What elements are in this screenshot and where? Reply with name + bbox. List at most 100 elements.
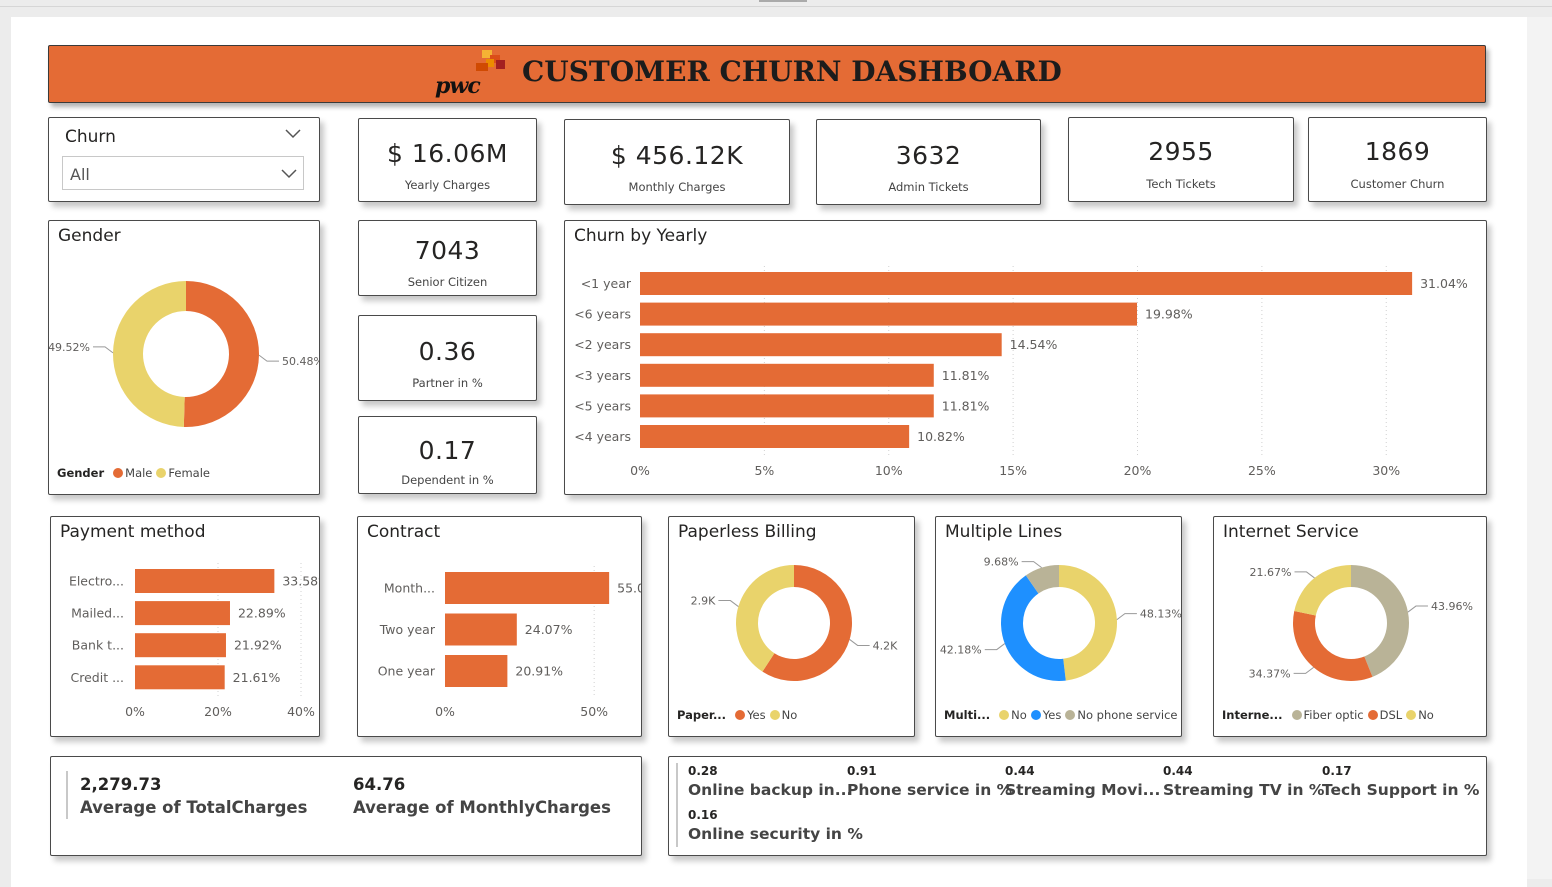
kpi-label: Dependent in % [401,473,494,487]
donut-slice[interactable] [1293,610,1373,681]
legend-item-fiber-optic: Fiber optic [1303,708,1364,722]
donut-slice[interactable] [736,565,794,672]
donut-slice[interactable] [1294,565,1351,616]
bar[interactable] [640,363,934,387]
internet-service-donut-chart: 43.96% 34.37% 21.67% [1249,565,1473,681]
data-label: 42.18% [940,644,982,657]
leader-line [984,643,1006,651]
legend-dot [1291,710,1302,720]
legend-dot [735,710,746,720]
bar[interactable] [640,394,934,418]
bar[interactable] [135,569,275,593]
metric-label: Average of TotalCharges [80,798,308,817]
donut-slice[interactable] [1059,565,1117,681]
kpi-label: Yearly Charges [404,178,491,192]
category-label: Two year [379,622,436,637]
data-label: 10.82% [917,429,965,444]
data-label: 11.81% [942,398,990,413]
donut-slice[interactable] [1001,575,1066,681]
chevron-down-icon[interactable] [285,129,301,139]
kpi-label: Monthly Charges [628,180,726,194]
metric-label: Phone service in % [847,781,1013,799]
kpi-tech-tickets: 2955 Tech Tickets [1068,117,1294,202]
legend-dot [769,710,780,720]
metric-label: Streaming Movi... [1005,781,1161,799]
legend-dot [1065,710,1076,720]
bar[interactable] [445,572,610,604]
bar[interactable] [135,601,230,626]
donut-slice[interactable] [183,281,260,427]
bar[interactable] [640,302,1138,326]
x-tick-label: 0% [630,463,650,478]
metric-online-security: 0.16 Online security in % [688,808,863,843]
x-tick-label: 50% [580,704,608,719]
data-label: 9.68% [984,556,1019,569]
slicer-dropdown[interactable]: All [62,156,304,190]
data-label: 21.67% [1250,566,1292,579]
metric-label: Average of MonthlyCharges [353,798,611,817]
logo-text: pwc [435,73,481,99]
metric-label: Streaming TV in % [1163,781,1325,799]
kpi-value: $ 456.12K [610,141,744,170]
contract-card: Contract 0%50%Month...55.02%Two year24.0… [357,516,642,737]
average-monthly-charges: 64.76 Average of MonthlyCharges [353,775,611,817]
kpi-partner: 0.36 Partner in % [358,315,537,401]
metric-value: 0.17 [1322,764,1352,778]
multiple-lines-card: Multiple Lines 48.13% 42.18% 9.68% Multi..… [935,516,1182,737]
bar[interactable] [445,655,508,687]
category-label: <5 years [574,398,631,413]
metric-value: 0.16 [688,808,718,822]
legend-dot [1367,710,1378,720]
legend-item-no-phone-service: No phone service [1077,708,1178,722]
leader-line [93,346,114,354]
data-label: 24.07% [525,622,573,637]
legend-title: Interne... [1222,708,1283,722]
data-label: 50.48% [282,355,319,368]
metric-label: Online security in % [688,825,863,843]
x-tick-label: 10% [875,463,903,478]
leader-line [849,639,870,646]
bar[interactable] [640,333,1002,357]
metric-value: 0.44 [1163,764,1193,778]
chevron-down-icon [281,169,297,179]
metric-value: 0.28 [688,764,718,778]
metric-value: 0.91 [847,764,877,778]
bar[interactable] [135,665,225,690]
bar[interactable] [640,272,1413,295]
kpi-value: 0.36 [418,337,477,366]
metric-value: 64.76 [353,775,406,794]
data-label: 4.2K [873,639,898,652]
data-label: 21.61% [233,670,281,685]
kpi-customer-churn: 1869 Customer Churn [1308,117,1487,202]
dashboard-header: pwc CUSTOMER CHURN DASHBOARD [48,45,1486,103]
category-label: <6 years [574,307,631,322]
gender-donut-chart: 50.48% 49.52% [49,281,319,427]
category-label: <3 years [574,368,631,383]
category-label: Mailed... [71,606,124,621]
bar[interactable] [640,425,910,448]
churn-slicer[interactable]: Churn All [48,117,320,202]
data-label: 34.37% [1249,667,1291,680]
donut-slice[interactable] [113,281,186,427]
category-label: Electro... [69,574,124,589]
metric-online-backup: 0.28 Online backup in... [688,764,852,799]
kpi-senior-citizen: 7043 Senior Citizen [358,220,537,296]
data-label: 22.89% [238,606,286,621]
chart-legend: Gender Male Female [57,466,210,480]
x-tick-label: 0% [435,704,455,719]
leader-line [718,600,739,607]
metric-phone-service: 0.91 Phone service in % [847,764,1012,799]
metric-label: Tech Support in % [1322,781,1480,799]
bar[interactable] [135,633,226,658]
contract-bar-chart: 0% 50% Month... 55.02% Two year 24.07% One yea… [378,566,641,719]
card-accent-bar [676,763,678,847]
slicer-value: All [70,165,90,184]
data-label: 21.92% [234,638,282,653]
legend-title: Multi... [944,708,991,722]
bar[interactable] [445,613,517,646]
category-label: One year [378,664,436,679]
average-total-charges: 2,279.73 Average of TotalCharges [80,775,307,817]
x-tick-label: 20% [1124,463,1152,478]
kpi-label: Admin Tickets [888,180,969,194]
data-label: 14.54% [1010,337,1058,352]
